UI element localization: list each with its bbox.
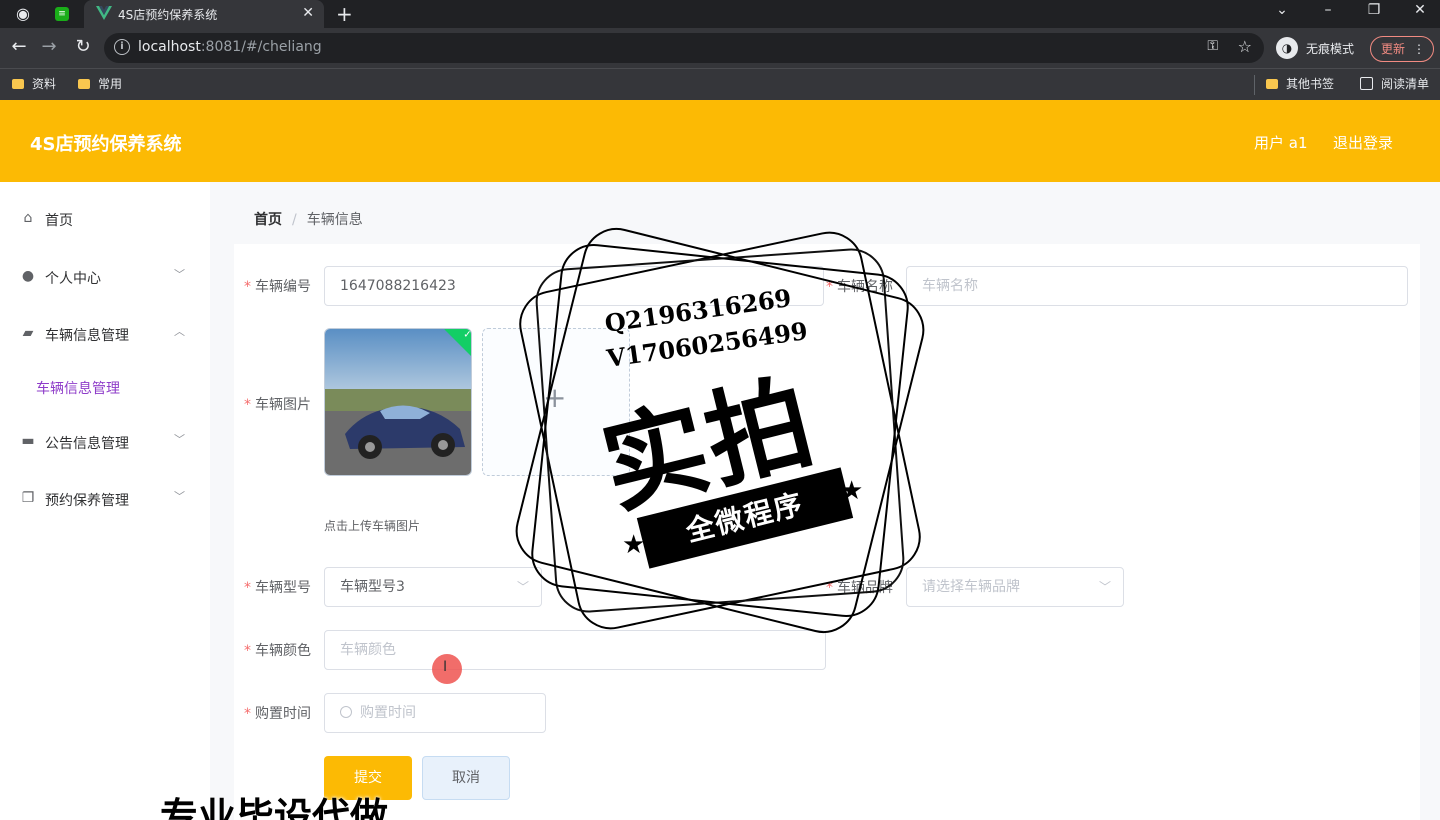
folder-icon (78, 79, 90, 89)
sidebar-item-label: 公告信息管理 (45, 436, 129, 452)
star-icon: ★ (622, 530, 646, 560)
purchase-time-placeholder: 购置时间 (360, 705, 416, 721)
incognito-label: 无痕模式 (1306, 42, 1355, 56)
address-bar[interactable]: i localhost:8081/#/cheliang ⚿ ☆ (104, 33, 1264, 63)
breadcrumb: 首页 / 车辆信息 (254, 209, 363, 229)
vehicle-brand-placeholder: 请选择车辆品牌 (922, 579, 1020, 595)
bookmarks-bar: 资料 常用 其他书签 阅读清单 (0, 68, 1440, 100)
uploaded-car-image[interactable]: ✓ (324, 328, 472, 476)
chevron-up-icon: ︿ (174, 325, 185, 338)
update-label: 更新 (1381, 42, 1406, 56)
restore-icon[interactable]: ❐ (1364, 2, 1384, 18)
breadcrumb-home[interactable]: 首页 (254, 212, 282, 228)
chevron-down-icon: ﹀ (174, 433, 185, 446)
bookmark-divider (1254, 75, 1255, 95)
vehicle-image-label: * 车辆图片 (244, 397, 311, 413)
current-user: 用户 a1 (1254, 134, 1308, 152)
vehicle-model-value: 车辆型号3 (340, 579, 405, 595)
back-icon[interactable]: ← (8, 36, 30, 57)
clock-icon (340, 706, 352, 718)
star-icon: ★ (840, 476, 864, 506)
chevron-down-icon: ﹀ (1098, 580, 1111, 594)
sidebar-item-home[interactable]: ⌂ 首页 (0, 200, 210, 240)
site-info-icon[interactable]: i (114, 39, 130, 55)
tab-close-icon[interactable]: ✕ (302, 5, 314, 21)
app-title: 4S店预约保养系统 (30, 134, 182, 155)
reload-icon[interactable]: ↻ (72, 36, 94, 57)
bookmark-star-icon[interactable]: ☆ (1238, 37, 1252, 56)
app-header: 4S店预约保养系统 用户 a1 退出登录 (0, 100, 1440, 182)
forward-icon[interactable]: → (38, 36, 60, 57)
vehicle-color-label: * 车辆颜色 (244, 643, 311, 659)
folder-icon (12, 79, 24, 89)
url-text: localhost:8081/#/cheliang (138, 39, 322, 55)
sidebar-item-vehicles[interactable]: ▰ 车辆信息管理 ︿ (0, 315, 210, 355)
vehicle-color-input[interactable]: 车辆颜色 (324, 630, 826, 670)
bookmark-other[interactable]: 其他书签 (1266, 75, 1334, 92)
sidebar-item-label: 车辆信息管理 (45, 328, 129, 344)
browser-toolbar: ← → ↻ i localhost:8081/#/cheliang ⚿ ☆ ◑ … (0, 28, 1440, 68)
sidebar-item-notices[interactable]: ▬ 公告信息管理 ﹀ (0, 423, 210, 463)
active-tab[interactable]: 4S店预约保养系统 ✕ (84, 0, 324, 28)
pinned-app-tab[interactable]: ≡ (52, 4, 74, 24)
home-icon: ⌂ (23, 210, 33, 226)
sidebar-item-label: 个人中心 (45, 271, 101, 287)
new-tab-icon[interactable]: + (336, 2, 353, 26)
browser-tab-strip: ◉ ≡ 4S店预约保养系统 ✕ + ⌄ – ❐ ✕ (0, 0, 1440, 28)
bookmark-folder-ziliao[interactable]: 资料 (12, 75, 56, 92)
purchase-time-picker[interactable]: 购置时间 (324, 693, 546, 733)
copy-icon: ❐ (21, 490, 35, 506)
app-icon: ≡ (55, 7, 69, 21)
vehicle-no-label: * 车辆编号 (244, 279, 311, 295)
reading-list-icon (1360, 77, 1373, 90)
wallet-icon: ▰ (22, 325, 34, 341)
cancel-button[interactable]: 取消 (422, 756, 510, 800)
sidebar: ⌂ 首页 ● 个人中心 ﹀ ▰ 车辆信息管理 ︿ 车辆信息管理 ▬ 公告信息管理… (0, 182, 210, 820)
vehicle-brand-select[interactable]: 请选择车辆品牌 ﹀ (906, 567, 1124, 607)
sidebar-subitem-vehicles[interactable]: 车辆信息管理 (0, 368, 210, 408)
reading-list[interactable]: 阅读清单 (1360, 75, 1429, 92)
update-button[interactable]: 更新 ⋮ (1370, 36, 1434, 62)
incognito-icon: ◑ (1276, 37, 1298, 59)
vue-logo-icon (96, 6, 112, 20)
cursor-highlight: I (432, 654, 462, 684)
vehicle-model-label: * 车辆型号 (244, 580, 311, 596)
breadcrumb-separator: / (292, 212, 297, 228)
vehicle-name-input[interactable]: 车辆名称 (906, 266, 1408, 306)
bookmark-folder-changyong[interactable]: 常用 (78, 75, 122, 92)
text-cursor-icon: I (443, 659, 448, 675)
purchase-time-label: * 购置时间 (244, 706, 311, 722)
sidebar-item-bookings[interactable]: ❐ 预约保养管理 ﹀ (0, 480, 210, 520)
upload-tip: 点击上传车辆图片 (324, 519, 421, 533)
sidebar-item-profile[interactable]: ● 个人中心 ﹀ (0, 258, 210, 298)
sidebar-item-label: 预约保养管理 (45, 493, 129, 509)
minimize-icon[interactable]: – (1318, 2, 1338, 18)
car-photo (325, 329, 471, 475)
sidebar-subitem-label: 车辆信息管理 (36, 381, 120, 397)
window-close-icon[interactable]: ✕ (1410, 2, 1430, 18)
check-icon: ✓ (463, 329, 472, 341)
logout-link[interactable]: 退出登录 (1333, 132, 1393, 153)
user-icon: ● (21, 268, 35, 284)
password-key-icon[interactable]: ⚿ (1207, 38, 1218, 54)
globe-icon[interactable]: ◉ (12, 4, 34, 24)
tab-search-icon[interactable]: ⌄ (1272, 2, 1292, 18)
vehicle-model-select[interactable]: 车辆型号3 ﹀ (324, 567, 542, 607)
bottom-watermark: 专业毕设代做 (160, 795, 389, 820)
folder-icon (1266, 79, 1278, 89)
chevron-down-icon: ﹀ (516, 580, 529, 594)
tab-title: 4S店预约保养系统 (118, 8, 218, 22)
chevron-down-icon: ﹀ (174, 490, 185, 503)
chevron-down-icon: ﹀ (174, 268, 185, 281)
menu-dots-icon: ⋮ (1413, 42, 1425, 56)
sidebar-item-label: 首页 (45, 213, 73, 229)
monitor-icon: ▬ (21, 433, 35, 449)
breadcrumb-current: 车辆信息 (306, 212, 363, 228)
